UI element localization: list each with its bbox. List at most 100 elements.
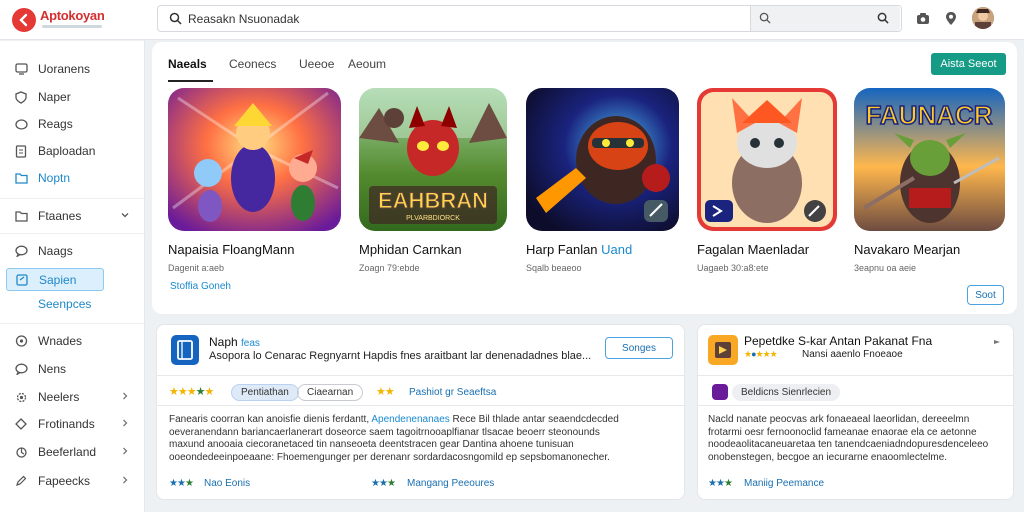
sidebar-divider (0, 198, 145, 199)
camera-icon[interactable] (915, 10, 931, 26)
chevron-right-icon[interactable] (120, 446, 130, 456)
game-title[interactable]: Harp Fanlan Uand (526, 242, 632, 257)
card-description: Nacld nanate peocvas ark fonaeaeal laeor… (708, 414, 1008, 464)
game-thumbnail[interactable] (168, 88, 341, 231)
primary-action-button[interactable]: Aista Seeot (931, 53, 1006, 75)
sidebar-item-reags[interactable]: Reags (6, 113, 134, 135)
more-button[interactable]: Soot (967, 285, 1004, 305)
book-icon (171, 335, 199, 365)
rating-stars: ★★ (376, 386, 395, 398)
category-chip[interactable]: Beldicns Sienrlecien (732, 384, 841, 401)
footer-link[interactable]: Nao Eonis (204, 478, 250, 489)
sidebar-item-label: Baploadan (38, 144, 96, 158)
game-thumbnail[interactable]: EAHBRAN PLVARBDIORCK (359, 88, 507, 231)
sidebar-item-label: Seenpces (38, 297, 92, 311)
sidebar: Uoranens Naper Reags Baploadan Noptn Fta… (0, 41, 145, 512)
chevron-down-icon[interactable] (120, 210, 130, 220)
rating-stars: ★★★ (708, 478, 733, 489)
tab-ceonecs[interactable]: Ceonecs (229, 57, 276, 71)
rating-stars: ★★★★★ (169, 386, 214, 398)
description-line: frotarmi oesr fernoonoclid fameanae enao… (708, 426, 977, 438)
diamond-icon (14, 417, 28, 431)
rating-stars: ★●★★★ (744, 349, 778, 359)
chevron-right-icon[interactable] (120, 475, 130, 485)
folder-icon (14, 209, 28, 223)
game-thumbnail[interactable] (526, 88, 679, 231)
cog-icon (14, 297, 28, 311)
search-bar[interactable]: Reasakn Nsuonadak (157, 5, 902, 32)
search-submit-icon[interactable] (877, 12, 889, 24)
sidebar-item-naags[interactable]: Naags (6, 240, 134, 262)
tag-chip[interactable]: Pashiot gr Seaeftsa (400, 384, 505, 401)
description-line: Nacld nanate peocvas ark fonaeaeal laeor… (708, 414, 970, 425)
sidebar-item-nens[interactable]: Nens (6, 358, 134, 380)
description-link[interactable]: Apendenenanaes (371, 414, 449, 425)
sidebar-item-label: Frotinands (38, 417, 95, 431)
sidebar-divider (0, 233, 145, 234)
sidebar-item-label: Naper (38, 90, 71, 104)
game-banner-title: FAUNACR (865, 100, 992, 130)
game-thumbnail[interactable] (697, 88, 837, 231)
sidebar-item-seenpces[interactable]: Seenpces (6, 293, 134, 315)
gear-icon (14, 390, 28, 404)
chevron-right-icon[interactable] (120, 391, 130, 401)
arrow-left-icon (19, 13, 28, 27)
gamepad-icon (14, 334, 28, 348)
search-icon (169, 12, 182, 25)
sidebar-item-label: Noptn (38, 171, 71, 185)
game-meta: Sqalb beaeoo (526, 263, 582, 273)
sidebar-item-label: Ftaanes (38, 209, 82, 223)
tab-naeals[interactable]: Naeals (168, 57, 207, 71)
description-line: Fanearis coorran kan anoisfie dienis fer… (169, 414, 372, 425)
tab-aeoum[interactable]: Aeoum (348, 57, 386, 71)
game-banner-subtitle: PLVARBDIORCK (406, 215, 460, 222)
sidebar-item-label: Reags (38, 117, 73, 131)
footer-link[interactable]: Maniig Peemance (744, 478, 824, 489)
game-title-text: Harp Fanlan (526, 242, 598, 257)
app-badge-icon (712, 384, 728, 400)
location-pin-icon[interactable] (943, 10, 959, 26)
songes-button[interactable]: Songes (605, 337, 673, 359)
caret-icon[interactable] (992, 337, 1002, 347)
sidebar-item-fapeecks[interactable]: Fapeecks (6, 470, 134, 492)
sidebar-item-neelers[interactable]: Neelers (6, 386, 134, 408)
tag-chip[interactable]: Ciaearnan (297, 384, 364, 401)
game-title[interactable]: Mphidan Carnkan (359, 242, 462, 257)
search-input[interactable]: Reasakn Nsuonadak (188, 12, 299, 26)
game-meta: Uagaeb 30:a8:ete (697, 263, 769, 273)
sidebar-item-label: Nens (38, 362, 67, 376)
description-line: onobenstegen, becgoe an iecurarne enaoom… (708, 451, 948, 463)
see-more-link[interactable]: Stoffia Goneh (170, 281, 231, 292)
user-avatar[interactable] (972, 7, 994, 29)
app-detail-card: Naph feas Asopora lo Cenarac Regnyarnt H… (156, 324, 685, 500)
game-meta: Zoagn 79:ebde (359, 263, 420, 273)
game-title[interactable]: Napaisia FloangMann (168, 242, 294, 257)
footer-link[interactable]: Mangang Peeoures (407, 478, 494, 489)
game-title[interactable]: Fagalan Maenladar (697, 242, 809, 257)
category-chip[interactable]: Pentiathan (231, 384, 299, 401)
search-icon[interactable] (759, 12, 771, 24)
sidebar-item-ftaanes[interactable]: Ftaanes (6, 205, 134, 227)
card-divider (157, 375, 684, 376)
sidebar-item-naper[interactable]: Naper (6, 86, 134, 108)
logo-tagline (42, 25, 102, 28)
sidebar-item-label: Fapeecks (38, 474, 91, 488)
sidebar-item-frotinands[interactable]: Frotinands (6, 413, 134, 435)
game-title[interactable]: Navakaro Mearjan (854, 242, 960, 257)
description-line: noodeaolitacaneuaretaa ten tanendcaeniad… (708, 439, 989, 450)
sidebar-item-beeferland[interactable]: Beeferland (6, 441, 134, 463)
search-filter-area[interactable] (750, 6, 900, 31)
description-line: maxund anooaia ciecoranetaced tin nanseo… (169, 439, 574, 450)
app-logo[interactable] (12, 8, 36, 32)
folder-icon (14, 171, 28, 185)
tab-ueeoe[interactable]: Ueeoe (299, 57, 334, 71)
settings-icon (14, 445, 28, 459)
chevron-right-icon[interactable] (120, 418, 130, 428)
sidebar-item-noptn[interactable]: Noptn (6, 167, 134, 189)
game-thumbnail[interactable]: FAUNACR (854, 88, 1005, 231)
sidebar-item-wnades[interactable]: Wnades (6, 330, 134, 352)
sidebar-item-sapien[interactable]: Sapien (6, 268, 104, 291)
app-detail-card: Pepetdke S-kar Antan Pakanat Fna ★●★★★ N… (697, 324, 1014, 500)
sidebar-item-baploadan[interactable]: Baploadan (6, 140, 134, 162)
sidebar-item-uoranens[interactable]: Uoranens (6, 58, 134, 80)
